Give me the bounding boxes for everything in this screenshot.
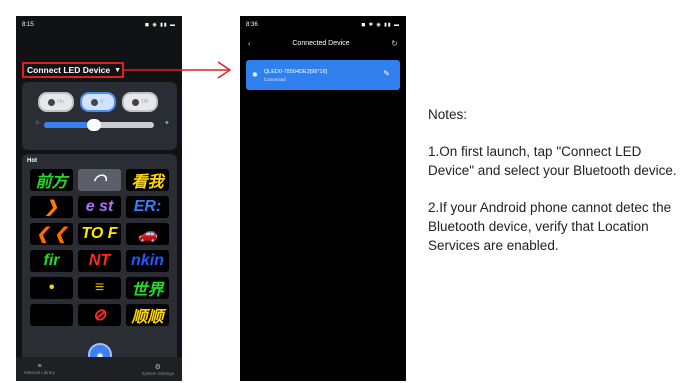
template-tile[interactable]: e st — [78, 196, 121, 218]
nav-system-settings-label: System Settings — [141, 370, 174, 376]
nav-system-settings[interactable]: ⚙ System Settings — [141, 363, 174, 376]
power-icon — [91, 98, 99, 106]
template-tile[interactable]: ◠ — [78, 169, 121, 191]
template-tile[interactable] — [30, 304, 73, 326]
bottom-nav: ≡ Material Library ⚙ System Settings — [16, 357, 182, 381]
connect-led-device-button[interactable]: Connect LED Device ▼ — [22, 62, 124, 78]
template-grid: 前方 ◠ 看我 ❯ e st ER: ❮ ❮ TO F 🚗 fir NT nkin • ≡ 世界 ⊘ 顺顺 — [30, 169, 169, 326]
nav-material-library[interactable]: ≡ Material Library — [24, 363, 55, 375]
phone-screen-connected: 8:36 ◼ ✱ ◉ ▮▮ ▬ ‹ Connected Device ↻ ✱ Q… — [240, 16, 406, 381]
brightness-high-icon: ✦ — [164, 120, 170, 127]
hot-title: Hot — [27, 158, 37, 164]
template-tile[interactable]: 看我 — [126, 169, 169, 191]
template-tile[interactable]: TO F — [78, 223, 121, 245]
template-tile[interactable]: fir — [30, 250, 73, 272]
status-time: 8:15 — [22, 22, 34, 28]
nav-material-library-label: Material Library — [24, 370, 56, 375]
menu-icon: ≡ — [37, 363, 42, 370]
brightness-low-icon: ☼ — [34, 119, 41, 126]
power-icon — [132, 98, 140, 106]
status-bar: 8:15 ◼ ◉ ▮▮ ▬ — [16, 16, 182, 34]
template-tile[interactable]: ⊘ — [78, 304, 121, 326]
status-icons: ◼ ◉ ▮▮ ▬ — [144, 22, 176, 28]
template-tile[interactable]: ❯ — [30, 196, 73, 218]
brightness-slider[interactable] — [44, 119, 154, 131]
toggle-on[interactable]: On — [38, 92, 74, 112]
connect-label: Connect LED Device — [27, 65, 111, 75]
arrow-annotation — [124, 61, 232, 79]
brightness-slider-knob[interactable] — [86, 119, 101, 131]
mode-toggles: On 6° Off — [38, 92, 158, 112]
template-tile[interactable]: • — [30, 277, 73, 299]
hot-templates-panel: Hot 前方 ◠ 看我 ❯ e st ER: ❮ ❮ TO F 🚗 fir NT nkin • ≡ 世界 ⊘ 顺… — [22, 154, 177, 364]
template-tile[interactable]: 前方 — [30, 169, 73, 191]
template-tile[interactable]: ≡ — [78, 277, 121, 299]
edit-icon[interactable]: ✎ — [383, 69, 390, 78]
template-tile[interactable]: NT — [78, 250, 121, 272]
status-icons: ◼ ✱ ◉ ▮▮ ▬ — [361, 22, 400, 28]
template-tile[interactable]: ❮ ❮ — [30, 223, 73, 245]
back-icon[interactable]: ‹ — [248, 39, 251, 48]
device-info: QLED0-78504DE3[96*16] Connected — [264, 69, 327, 82]
bluetooth-icon: ✱ — [252, 72, 258, 79]
template-tile[interactable]: ER: — [126, 196, 169, 218]
gear-icon: ⚙ — [154, 363, 161, 371]
control-panel: On 6° Off ☼ ✦ — [22, 82, 177, 150]
screen-title: Connected Device — [292, 39, 350, 47]
device-name: QLED0-78504DE3[96*16] — [263, 68, 328, 75]
toggle-off[interactable]: Off — [122, 92, 158, 112]
status-bar: 8:36 ◼ ✱ ◉ ▮▮ ▬ — [240, 16, 406, 34]
screen-header: ‹ Connected Device ↻ — [240, 34, 406, 52]
notes-heading: Notes: — [428, 107, 468, 122]
refresh-icon[interactable]: ↻ — [391, 39, 398, 48]
caret-down-icon: ▼ — [114, 66, 122, 74]
toggle-mode-label: 6° — [100, 99, 105, 105]
status-time: 8:36 — [246, 22, 258, 28]
connected-device-card[interactable]: ✱ QLED0-78504DE3[96*16] Connected ✎ — [246, 60, 400, 90]
toggle-on-label: On — [57, 99, 64, 105]
note-1: 1.On first launch, tap "Connect LED Devi… — [428, 144, 677, 178]
power-icon — [48, 98, 56, 106]
template-tile[interactable]: 🚗 — [126, 223, 169, 245]
template-tile[interactable]: 顺顺 — [126, 304, 169, 326]
device-status: Connected — [263, 76, 286, 82]
template-tile[interactable]: 世界 — [126, 277, 169, 299]
notes-section: Notes: 1.On first launch, tap "Connect L… — [428, 105, 688, 273]
toggle-mode[interactable]: 6° — [80, 92, 116, 112]
toggle-off-label: Off — [141, 99, 148, 105]
note-2: 2.If your Android phone cannot detec the… — [428, 200, 672, 253]
template-tile[interactable]: nkin — [126, 250, 169, 272]
